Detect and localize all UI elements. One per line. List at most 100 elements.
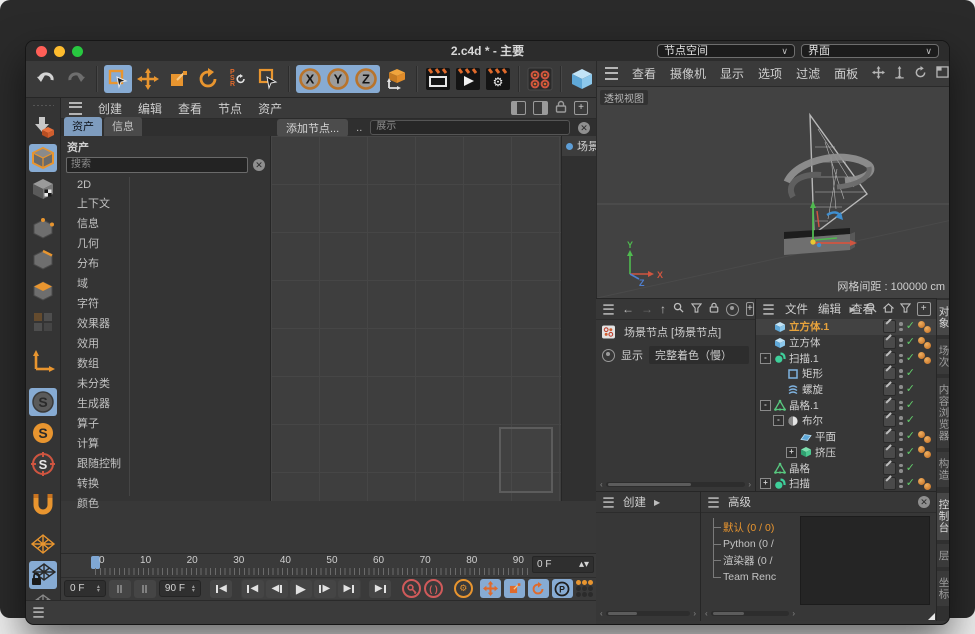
- record-keyframe-button[interactable]: [402, 579, 421, 598]
- enabled-check-icon[interactable]: ✓: [906, 478, 915, 489]
- goto-end-button[interactable]: ▶: [369, 580, 391, 598]
- render-settings-button[interactable]: ⚙: [484, 65, 512, 93]
- clear-search-icon[interactable]: ✕: [253, 159, 265, 171]
- state-dots[interactable]: [918, 337, 932, 349]
- console-output[interactable]: [800, 516, 930, 605]
- coordinate-system-button[interactable]: [382, 65, 410, 93]
- node-menu-item[interactable]: 资产: [258, 100, 282, 117]
- enabled-check-icon[interactable]: ✓: [906, 463, 915, 474]
- node-editor-tab[interactable]: 信息: [104, 117, 142, 136]
- enabled-check-icon[interactable]: ✓: [906, 368, 915, 379]
- zoom-view-icon[interactable]: [894, 66, 905, 82]
- visibility-dots[interactable]: [899, 401, 903, 410]
- asset-category[interactable]: 信息: [61, 213, 129, 233]
- graph-filter-input[interactable]: 展示: [370, 120, 570, 135]
- end-frame-spinner[interactable]: 90 F▴▾: [159, 580, 201, 597]
- forward-icon[interactable]: →: [641, 302, 653, 316]
- object-row[interactable]: 矩形 ✓: [756, 366, 936, 382]
- next-key-button[interactable]: ▶: [338, 580, 360, 598]
- horizontal-scrollbar[interactable]: ‹›: [600, 609, 696, 617]
- om-menu-item[interactable]: 编辑: [818, 301, 841, 317]
- enabled-check-icon[interactable]: ✓: [906, 400, 915, 411]
- y-axis-button[interactable]: Y: [324, 65, 352, 93]
- add-node-button[interactable]: 添加节点...: [277, 119, 348, 137]
- object-row[interactable]: - 扫描.1 ✓: [756, 350, 936, 366]
- object-row[interactable]: 立方体 ✓: [756, 335, 936, 351]
- live-selection-tool[interactable]: [104, 65, 132, 93]
- node-editor-menu-icon[interactable]: [69, 102, 82, 115]
- texture-mode-button[interactable]: [29, 175, 57, 203]
- expand-toggle[interactable]: [760, 337, 771, 348]
- expand-toggle[interactable]: +: [760, 478, 771, 489]
- expand-toggle[interactable]: [760, 463, 771, 474]
- solo-off-button[interactable]: S: [29, 388, 57, 416]
- scene-tab[interactable]: 场景: [562, 136, 596, 156]
- visibility-editor-icon[interactable]: [883, 320, 896, 333]
- node-frame[interactable]: [499, 427, 553, 493]
- enabled-check-icon[interactable]: ✓: [906, 353, 915, 364]
- asset-category[interactable]: 转换: [61, 473, 129, 493]
- visibility-dots[interactable]: [899, 479, 903, 488]
- object-row[interactable]: + 扫描 ✓: [756, 476, 936, 491]
- enabled-check-icon[interactable]: ✓: [906, 384, 915, 395]
- edges-mode-button[interactable]: [29, 246, 57, 274]
- z-axis-button[interactable]: Z: [352, 65, 380, 93]
- key-parameter-toggle[interactable]: P: [552, 579, 573, 598]
- target-icon[interactable]: [726, 303, 739, 316]
- asset-category[interactable]: 跟随控制: [61, 453, 129, 473]
- close-panel-icon[interactable]: ✕: [918, 496, 930, 508]
- perspective-viewport[interactable]: Y X Z 透视视图 网格间距 : 100000 cm: [596, 87, 950, 298]
- psr-tool[interactable]: PSR: [224, 65, 252, 93]
- node-menu-item[interactable]: 查看: [178, 100, 202, 117]
- panel-menu-icon[interactable]: [603, 497, 613, 507]
- model-mode-button[interactable]: [29, 144, 57, 172]
- visibility-editor-icon[interactable]: [883, 383, 896, 396]
- state-dots[interactable]: [918, 478, 932, 490]
- up-icon[interactable]: ↑: [660, 302, 666, 316]
- filter-icon[interactable]: [691, 302, 702, 316]
- manager-tab[interactable]: 对象: [937, 300, 951, 335]
- node-menu-item[interactable]: 编辑: [138, 100, 162, 117]
- visibility-editor-icon[interactable]: [883, 430, 896, 443]
- x-axis-button[interactable]: X: [296, 65, 324, 93]
- visibility-dots[interactable]: [899, 338, 903, 347]
- maximize-view-icon[interactable]: [936, 66, 949, 81]
- viewport-menu-item[interactable]: 摄像机: [670, 65, 706, 82]
- expand-toggle[interactable]: [773, 368, 784, 379]
- expand-toggle[interactable]: [760, 321, 771, 332]
- tweak-mode-button[interactable]: [29, 308, 57, 336]
- search-icon[interactable]: [673, 302, 684, 316]
- range-lock-right-button[interactable]: [134, 580, 156, 598]
- move-tool[interactable]: [134, 65, 162, 93]
- visibility-editor-icon[interactable]: [883, 462, 896, 475]
- node-editor-tab[interactable]: 资产: [64, 117, 102, 136]
- visibility-dots[interactable]: [899, 448, 903, 457]
- add-icon[interactable]: +: [917, 302, 931, 316]
- node-space-select[interactable]: 节点空间∨: [657, 44, 795, 58]
- expand-toggle[interactable]: -: [773, 415, 784, 426]
- add-icon[interactable]: +: [746, 302, 754, 316]
- play-button[interactable]: ▶: [290, 580, 312, 598]
- new-panel-icon[interactable]: +: [574, 101, 588, 115]
- redo-button[interactable]: [62, 65, 90, 93]
- enabled-check-icon[interactable]: ✓: [906, 337, 915, 348]
- console-tree-item[interactable]: 默认 (0 / 0): [711, 518, 806, 536]
- add-cube-button[interactable]: [568, 65, 596, 93]
- visibility-editor-icon[interactable]: [883, 336, 896, 349]
- scale-tool[interactable]: [164, 65, 192, 93]
- viewport-menu-item[interactable]: 查看: [632, 65, 656, 82]
- layout-right-icon[interactable]: [533, 101, 548, 115]
- next-frame-button[interactable]: ▶: [314, 580, 336, 598]
- visibility-dots[interactable]: [899, 354, 903, 363]
- node-menu-item[interactable]: 创建: [98, 100, 122, 117]
- object-row[interactable]: 立方体.1 ✓: [756, 319, 936, 335]
- visibility-dots[interactable]: [899, 416, 903, 425]
- object-row[interactable]: + 挤压 ✓: [756, 445, 936, 461]
- viewport-menu-item[interactable]: 过滤: [796, 65, 820, 82]
- viewport-menu-item[interactable]: 选项: [758, 65, 782, 82]
- console-tree-item[interactable]: 渲染器 (0 /: [711, 551, 806, 569]
- horizontal-scrollbar[interactable]: ‹›: [705, 609, 795, 617]
- node-graph-canvas[interactable]: [271, 136, 561, 501]
- asset-search-input[interactable]: 搜索: [66, 157, 248, 173]
- spinner-arrows-icon[interactable]: ▴▾: [579, 559, 589, 570]
